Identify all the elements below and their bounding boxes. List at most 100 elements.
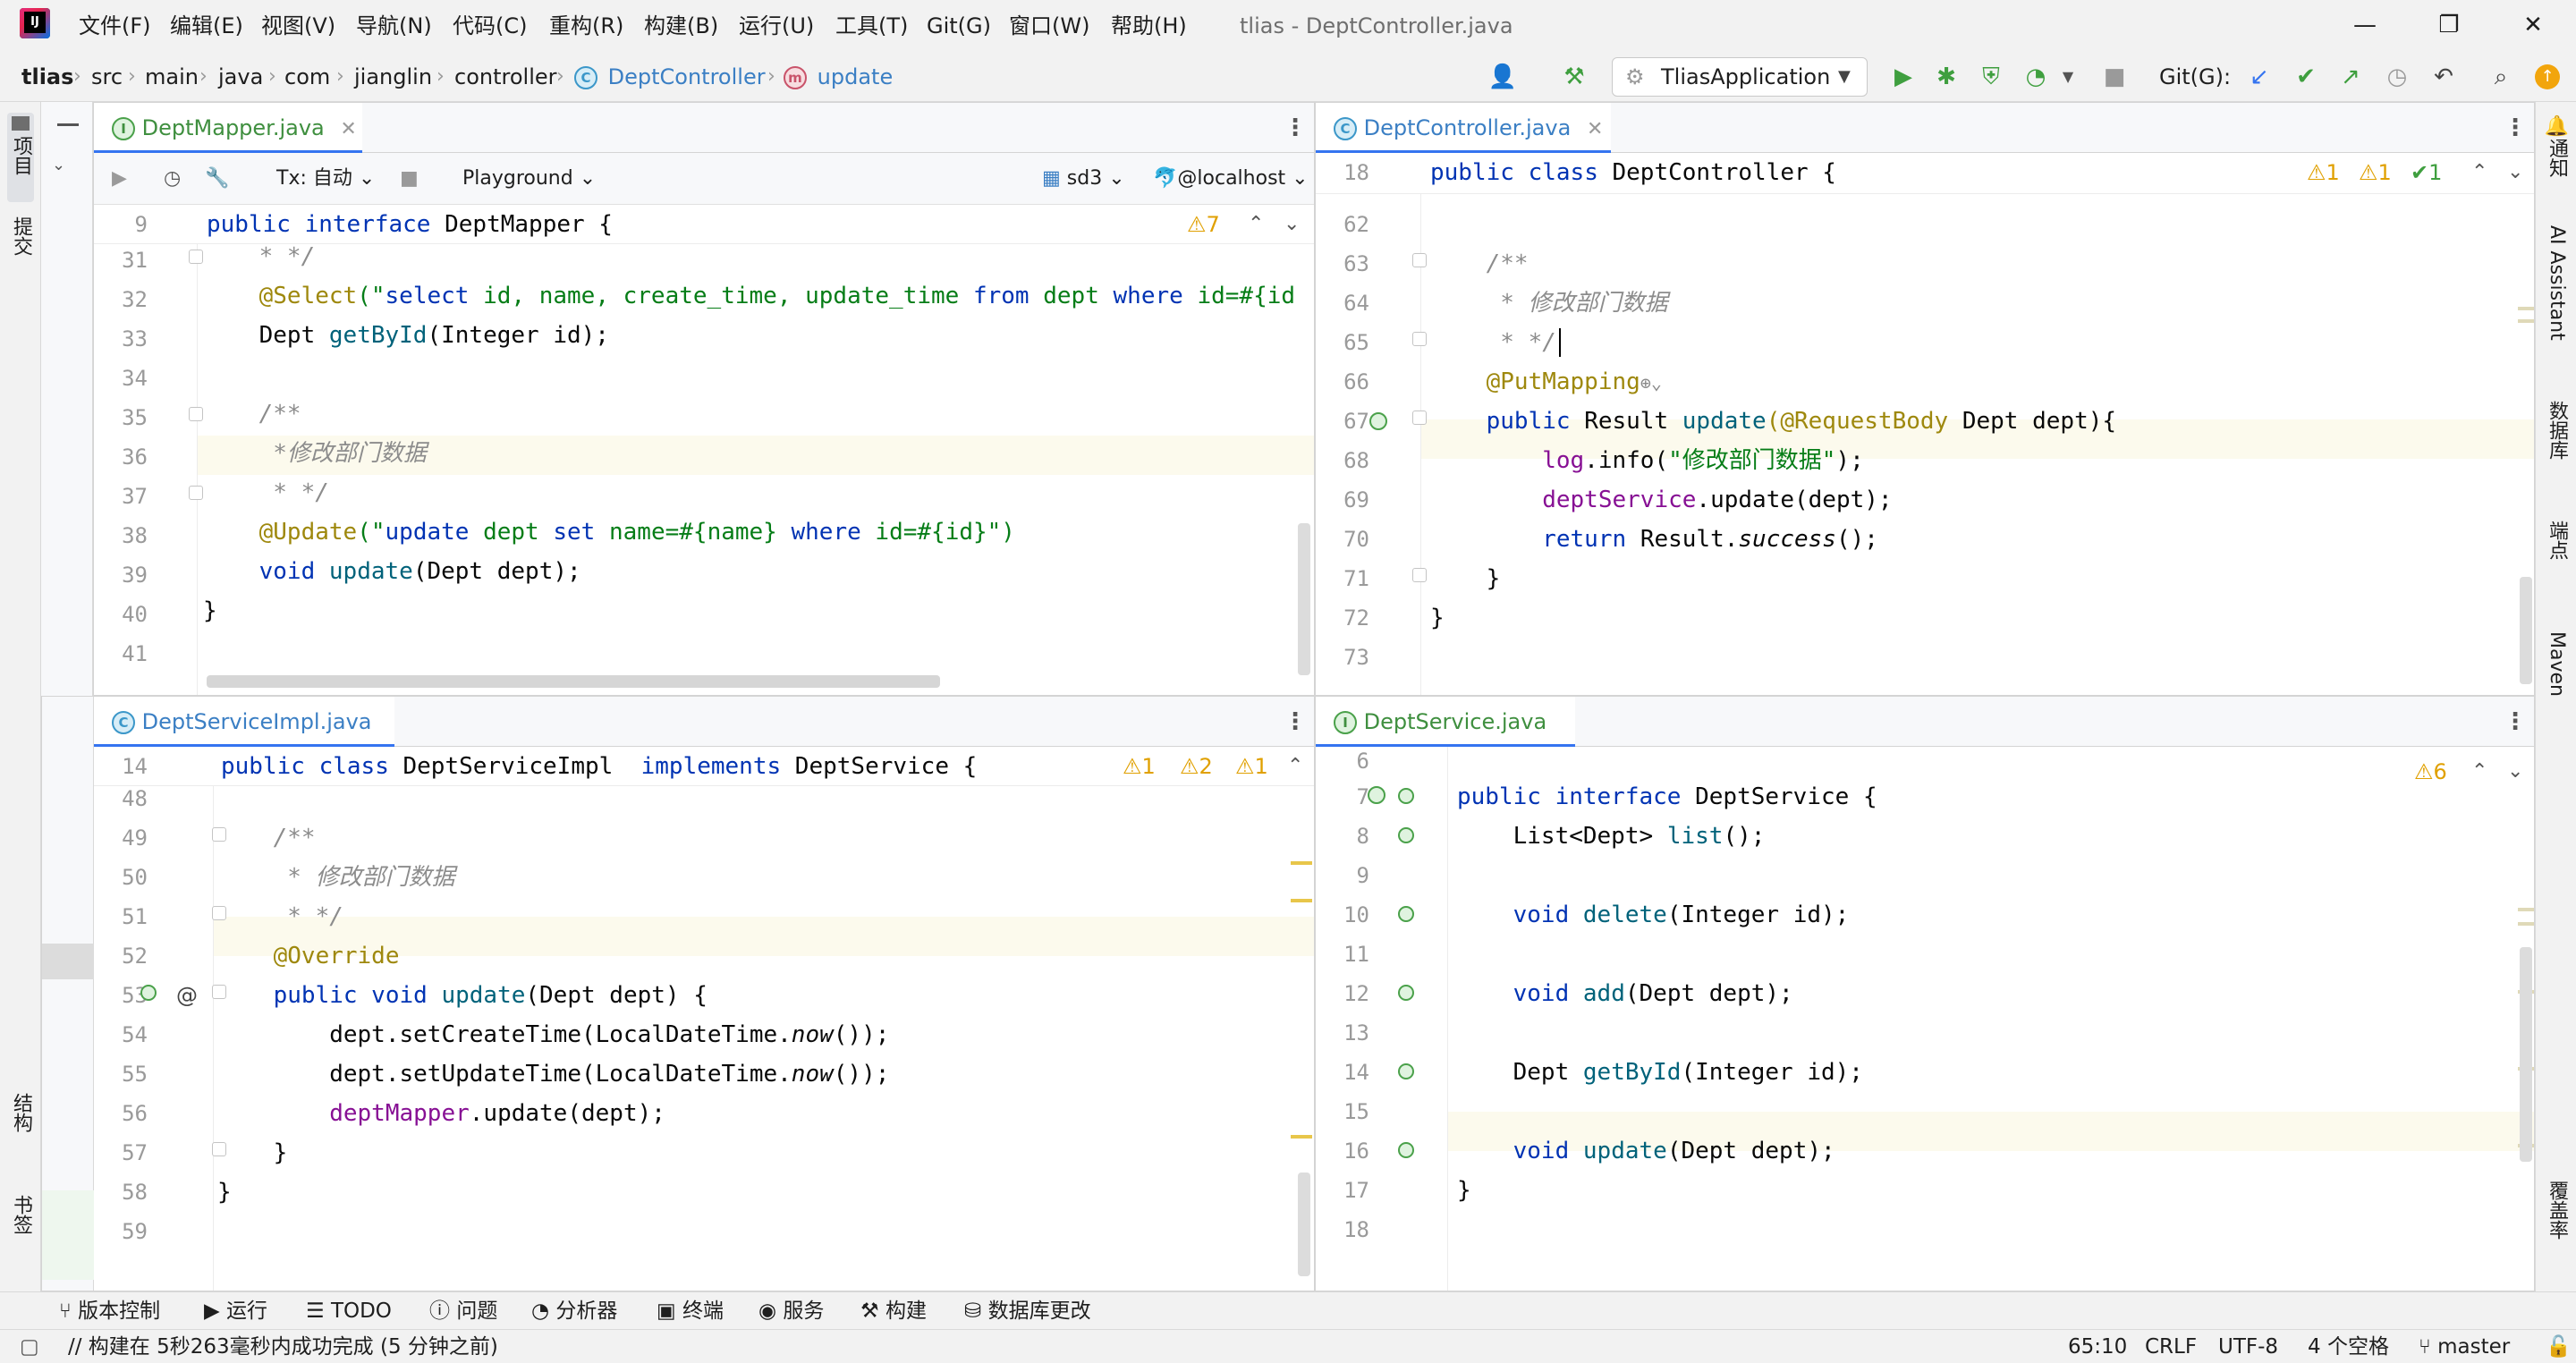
code-line[interactable]: @Select("select id, name, create_time, u…	[203, 276, 1295, 316]
code-line[interactable]: }	[1430, 559, 1501, 598]
run-icon[interactable]: ▶	[1885, 59, 1921, 95]
breadcrumb-src[interactable]: src	[91, 61, 123, 93]
endpoint-gutter-icon[interactable]	[1369, 412, 1387, 430]
fold-marker[interactable]	[189, 250, 203, 264]
warnings-count[interactable]: ⚠1	[2307, 155, 2340, 190]
project-tool-button[interactable]: 项目	[7, 113, 34, 202]
code-line[interactable]: * */	[203, 237, 316, 276]
run-config-select[interactable]: ⚙ TliasApplication ▼	[1612, 57, 1868, 97]
code-line[interactable]: void update(Dept dept);	[1457, 1131, 1835, 1171]
lock-icon[interactable]: 🔓	[2546, 1333, 2572, 1360]
info-count[interactable]: ⚠1	[1235, 749, 1268, 784]
menu-tools[interactable]: 工具(T)	[835, 11, 908, 41]
coverage-tool-button[interactable]: 覆盖率	[2543, 1181, 2570, 1240]
git-rollback-icon[interactable]: ↶	[2426, 59, 2462, 95]
database-tool-button[interactable]: 数据库	[2543, 401, 2570, 460]
debug-bug-icon[interactable]: ✱	[1928, 59, 1964, 95]
code-line[interactable]: return Result.success();	[1430, 520, 1878, 559]
tool-todo[interactable]: ☰ TODO	[306, 1298, 392, 1325]
code-line[interactable]: /**	[217, 818, 316, 858]
hammer-build-icon[interactable]: ⚒	[1556, 59, 1592, 95]
code-line[interactable]: /**	[1430, 244, 1529, 284]
implemented-gutter-icon[interactable]	[1398, 1063, 1414, 1079]
tx-mode-select[interactable]: Tx: 自动 ⌄	[276, 165, 375, 192]
tool-version-control[interactable]: ⑂ 版本控制	[59, 1298, 160, 1325]
menu-view[interactable]: 视图(V)	[261, 11, 335, 41]
code-line[interactable]: * */	[203, 473, 329, 512]
weak-warnings-count[interactable]: ⚠2	[1180, 749, 1213, 784]
code-line[interactable]: log.info("修改部门数据");	[1430, 441, 1864, 480]
profile-icon[interactable]: ◔	[2018, 59, 2054, 95]
git-branch[interactable]: ⑂ master	[2419, 1333, 2510, 1360]
coverage-shield-icon[interactable]: ⛨	[1973, 59, 2009, 95]
more-options-icon[interactable]: ⋮	[2504, 114, 2527, 142]
menu-refactor[interactable]: 重构(R)	[549, 11, 623, 41]
fold-marker[interactable]	[189, 486, 203, 500]
git-push-icon[interactable]: ↗	[2333, 59, 2368, 95]
code-line[interactable]: @Override	[217, 936, 400, 976]
ai-assistant-tool-button[interactable]: AI Assistant	[2543, 225, 2570, 341]
minimize-panel-icon[interactable]	[57, 123, 79, 126]
fold-marker[interactable]	[189, 407, 203, 421]
stop-icon[interactable]: ■	[2097, 59, 2132, 95]
status-message[interactable]: // 构建在 5秒263毫秒内成功完成 (5 分钟之前)	[68, 1333, 498, 1360]
execute-icon[interactable]: ▶	[112, 165, 127, 192]
restore-button[interactable]: ❐	[2428, 7, 2470, 43]
indent-setting[interactable]: 4 个空格	[2308, 1333, 2389, 1360]
close-icon[interactable]: ✕	[1587, 118, 1603, 140]
fold-marker[interactable]	[1412, 411, 1427, 425]
code-line[interactable]: * 修改部门数据	[1430, 284, 1667, 323]
structure-tool-button[interactable]: 结构	[7, 1093, 34, 1132]
code-line[interactable]: Dept getById(Integer id);	[203, 316, 609, 355]
next-highlight-icon[interactable]: ⌄	[2507, 155, 2523, 190]
minimize-button[interactable]: —	[2343, 7, 2386, 43]
close-icon[interactable]: ✕	[340, 118, 356, 140]
globe-icon[interactable]: ⊕⌄	[1640, 372, 1662, 394]
search-icon[interactable]: ⌕	[2483, 59, 2519, 95]
prev-highlight-icon[interactable]: ⌃	[1287, 749, 1303, 784]
code-line[interactable]: /**	[203, 394, 301, 434]
menu-file[interactable]: 文件(F)	[79, 11, 151, 41]
git-update-icon[interactable]: ↙	[2241, 59, 2277, 95]
code-line[interactable]: void update(Dept dept);	[203, 552, 581, 591]
typos-count[interactable]: ✔1	[2411, 155, 2442, 190]
caret-position[interactable]: 65:10	[2068, 1333, 2127, 1360]
vertical-scrollbar[interactable]	[1298, 523, 1310, 675]
at-annotation-icon[interactable]: @	[176, 976, 198, 1015]
git-history-icon[interactable]: ◷	[2379, 59, 2415, 95]
code-line[interactable]: dept.setUpdateTime(LocalDateTime.now());	[217, 1054, 889, 1094]
endpoints-tool-button[interactable]: 端点	[2543, 521, 2570, 560]
code-line[interactable]: @Update("update dept set name=#{name} wh…	[203, 512, 1015, 552]
warnings-count[interactable]: ⚠1	[1123, 749, 1156, 784]
code-line[interactable]: * */	[217, 897, 343, 936]
code-line[interactable]: }	[1457, 1171, 1471, 1210]
code-line[interactable]: }	[203, 591, 217, 631]
weak-warnings-count[interactable]: ⚠1	[2359, 155, 2392, 190]
code-line[interactable]: public void update(Dept dept) {	[217, 976, 708, 1015]
settings-wrench-icon[interactable]: 🔧	[205, 165, 229, 192]
breadcrumb-class[interactable]: C DeptController	[574, 61, 766, 93]
fold-marker[interactable]	[1412, 332, 1427, 346]
tool-problems[interactable]: ⓘ 问题	[429, 1298, 497, 1325]
tab-deptcontroller[interactable]: C DeptController.java ✕	[1316, 103, 1611, 153]
code-line[interactable]: }	[217, 1133, 288, 1173]
vertical-scrollbar[interactable]	[2520, 577, 2532, 684]
playground-select[interactable]: Playground ⌄	[462, 165, 596, 192]
prev-highlight-icon[interactable]: ⌃	[2471, 754, 2487, 790]
code-line[interactable]: List<Dept> list();	[1457, 817, 1766, 856]
datasource-select[interactable]: 🐬@localhost ⌄	[1153, 165, 1309, 192]
menu-edit[interactable]: 编辑(E)	[170, 11, 243, 41]
menu-build[interactable]: 构建(B)	[644, 11, 718, 41]
tab-deptmapper[interactable]: I DeptMapper.java ✕	[94, 103, 362, 153]
code-line[interactable]: *修改部门数据	[203, 434, 427, 473]
warnings-count[interactable]: ⚠7	[1187, 207, 1220, 242]
git-commit-icon[interactable]: ✔	[2288, 59, 2324, 95]
code-line[interactable]: }	[1430, 598, 1445, 638]
implements-gutter-icon[interactable]	[140, 985, 157, 1001]
breadcrumb-java[interactable]: java	[218, 61, 263, 93]
tool-build[interactable]: ⚒ 构建	[860, 1298, 927, 1325]
code-line[interactable]: * 修改部门数据	[217, 858, 454, 897]
breadcrumb-controller[interactable]: controller	[454, 61, 557, 93]
tab-deptservice[interactable]: I DeptService.java ✕	[1316, 697, 1575, 784]
tool-database-changes[interactable]: ⛁ 数据库更改	[964, 1298, 1091, 1325]
